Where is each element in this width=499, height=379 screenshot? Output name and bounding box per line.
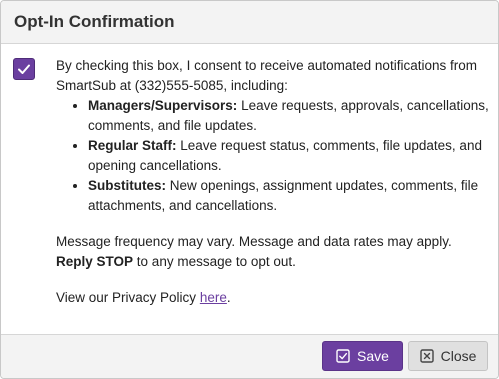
close-label: Close — [440, 348, 477, 364]
role-item-regular-staff: Regular Staff: Leave request status, com… — [88, 136, 492, 176]
dialog-header: Opt-In Confirmation — [1, 1, 498, 44]
check-icon — [17, 62, 31, 76]
x-square-icon — [419, 349, 434, 363]
role-name: Regular Staff: — [88, 138, 177, 153]
save-label: Save — [357, 348, 389, 364]
consent-checkbox[interactable] — [13, 58, 35, 80]
privacy-line: View our Privacy Policy here. — [56, 288, 492, 308]
privacy-policy-link[interactable]: here — [200, 290, 227, 305]
consent-text: By checking this box, I consent to recei… — [56, 56, 492, 308]
role-item-managers: Managers/Supervisors: Leave requests, ap… — [88, 96, 492, 136]
role-item-substitutes: Substitutes: New openings, assignment up… — [88, 176, 492, 216]
reply-stop-text: to any message to opt out. — [136, 254, 296, 269]
opt-in-dialog: Opt-In Confirmation By checking this box… — [0, 0, 499, 379]
dialog-footer: Save Close — [1, 334, 498, 378]
dialog-body: By checking this box, I consent to recei… — [1, 44, 498, 334]
role-name: Substitutes: — [88, 178, 167, 193]
privacy-prefix: View our Privacy Policy — [56, 290, 197, 305]
frequency-note: Message frequency may vary. Message and … — [56, 234, 452, 249]
close-button[interactable]: Close — [408, 341, 488, 371]
role-list: Managers/Supervisors: Leave requests, ap… — [56, 96, 492, 216]
check-square-icon — [336, 349, 350, 363]
frequency-text: Message frequency may vary. Message and … — [56, 232, 492, 272]
consent-intro: By checking this box, I consent to recei… — [56, 58, 477, 93]
save-button[interactable]: Save — [322, 341, 403, 371]
dialog-title: Opt-In Confirmation — [14, 12, 175, 31]
role-name: Managers/Supervisors: — [88, 98, 238, 113]
reply-stop-keyword: Reply STOP — [56, 254, 134, 269]
privacy-suffix: . — [226, 290, 231, 305]
